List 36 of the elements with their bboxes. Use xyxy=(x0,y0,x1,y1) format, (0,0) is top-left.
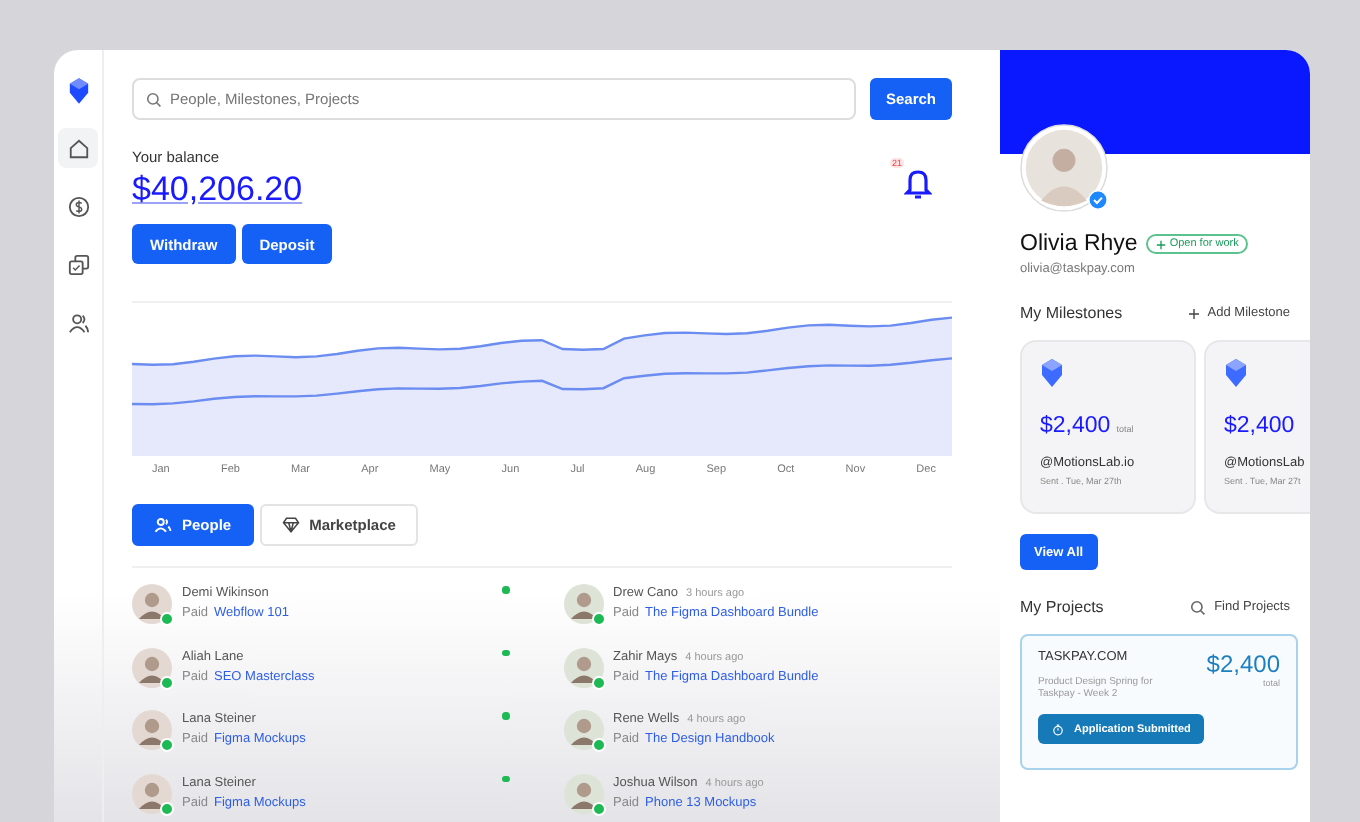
avatar-icon xyxy=(132,710,172,750)
users-icon xyxy=(67,311,89,333)
avatar-icon xyxy=(132,773,172,813)
milestones-title: My Milestones xyxy=(1020,304,1123,322)
plus-icon xyxy=(1155,239,1166,249)
avatar-icon xyxy=(132,584,172,624)
project-amount: $2,400 xyxy=(1206,650,1280,678)
milestone-amount: $2,400 xyxy=(1040,414,1111,438)
avatar-icon xyxy=(563,710,603,750)
plus-icon xyxy=(1187,307,1200,319)
profile-name: Olivia Rhye xyxy=(1020,232,1138,256)
milestone-amount: $2,400 xyxy=(1224,414,1295,438)
projects-title: My Projects xyxy=(1020,598,1104,616)
profile-avatar-icon xyxy=(1020,124,1108,212)
home-nav-button[interactable] xyxy=(58,128,98,168)
logo-icon xyxy=(1040,358,1064,388)
status-dot xyxy=(502,586,509,593)
home-icon xyxy=(67,137,89,159)
search-icon xyxy=(1190,599,1207,615)
status-dot xyxy=(502,649,509,656)
dollar-icon xyxy=(67,195,89,217)
avatar-icon xyxy=(132,647,172,687)
copy-check-icon xyxy=(67,253,89,275)
avatar-icon xyxy=(563,773,603,813)
timer-icon xyxy=(1052,723,1064,735)
logo-icon xyxy=(1224,358,1248,388)
search-icon xyxy=(146,91,162,107)
balance-amount: $40,206.20 xyxy=(132,170,305,210)
bell-icon[interactable] xyxy=(904,168,932,200)
logo-icon xyxy=(67,78,89,104)
users-icon xyxy=(154,516,172,534)
diamond-icon xyxy=(281,516,300,534)
status-dot xyxy=(502,712,509,719)
status-dot xyxy=(502,775,509,782)
avatar-icon xyxy=(563,647,603,687)
avatar-icon xyxy=(563,584,603,624)
